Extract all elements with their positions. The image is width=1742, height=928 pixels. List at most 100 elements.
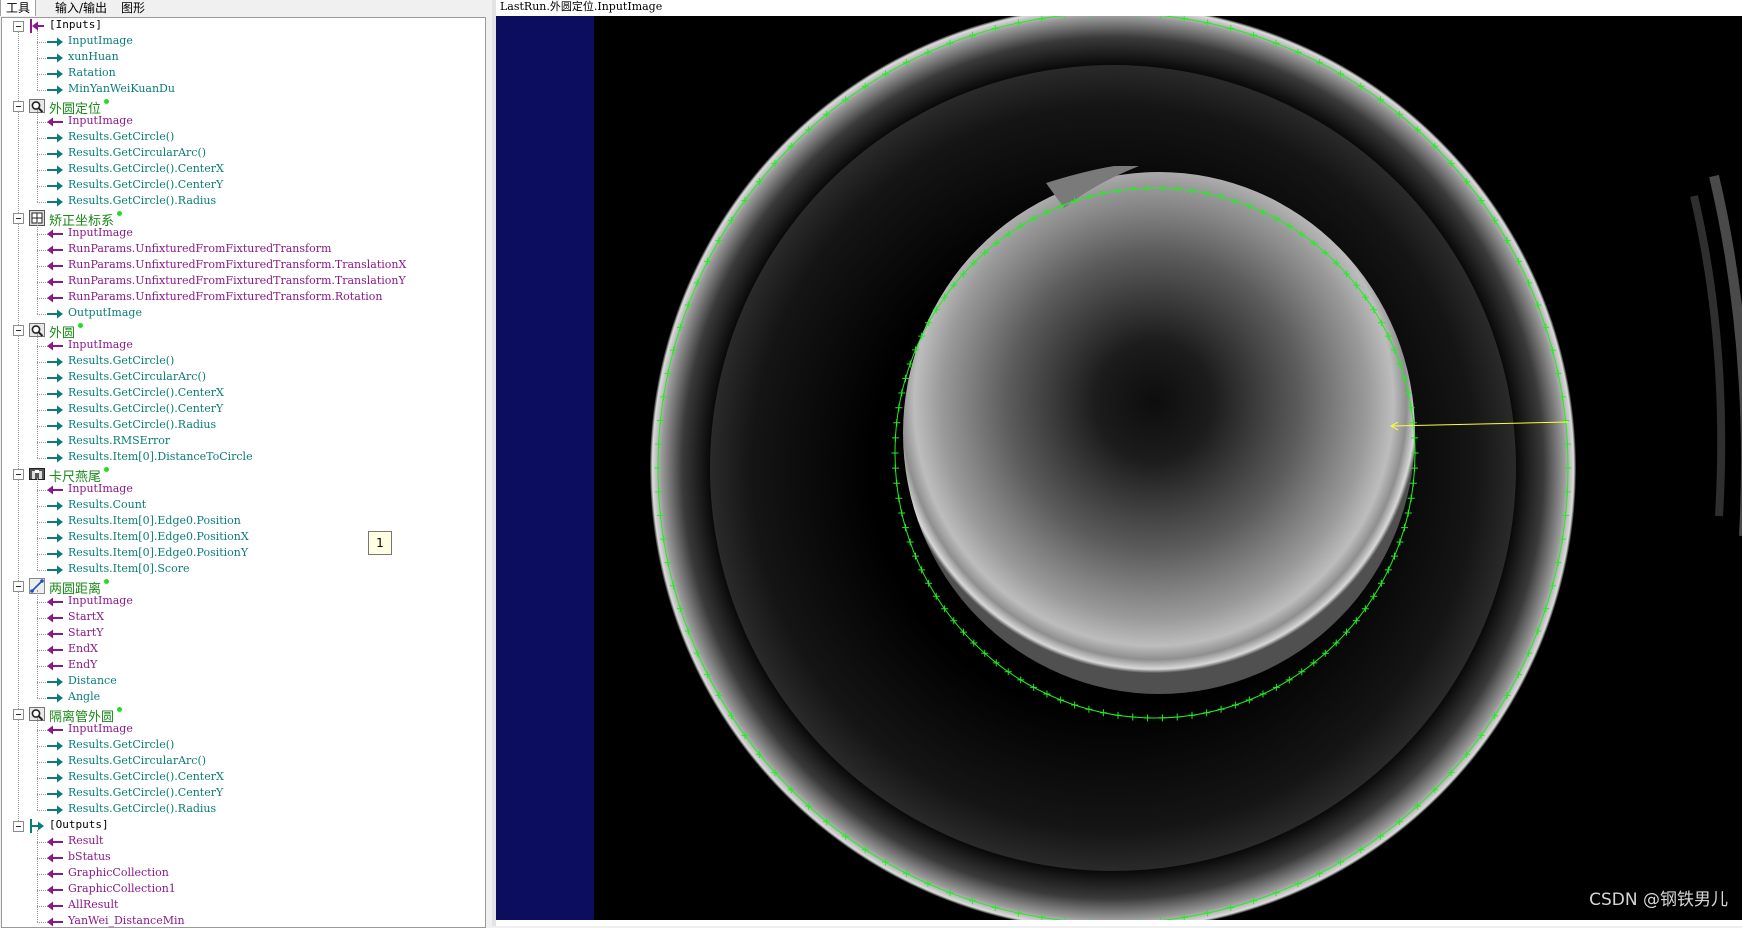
output-terminal-icon (46, 770, 64, 786)
run-status-indicator (78, 323, 83, 328)
terminal-item[interactable]: InputImage (68, 226, 133, 239)
output-terminal-icon (46, 738, 64, 754)
tree-connector (18, 719, 19, 821)
terminal-item[interactable]: MinYanWeiKuanDu (68, 82, 175, 95)
tab-inputs-outputs[interactable]: 输入/输出 (50, 0, 112, 16)
terminal-item[interactable]: Results.GetCircle() (68, 130, 174, 143)
terminal-item[interactable]: Results.Item[0].Edge0.PositionX (68, 530, 249, 543)
run-status-indicator (117, 707, 122, 712)
tree-connector (18, 591, 19, 709)
terminal-item[interactable]: Distance (68, 674, 117, 687)
input-terminal-icon (46, 114, 64, 130)
inner-cup (903, 172, 1415, 694)
terminal-item[interactable]: RunParams.UnfixturedFromFixturedTransfor… (68, 258, 406, 271)
terminal-item[interactable]: InputImage (68, 594, 133, 607)
terminal-item[interactable]: InputImage (68, 482, 133, 495)
terminal-item[interactable]: StartX (68, 610, 104, 623)
terminal-item[interactable]: Results.GetCircularArc() (68, 370, 206, 383)
tab-tools[interactable]: 工具 (0, 0, 37, 16)
terminal-item[interactable]: AllResult (68, 898, 118, 911)
terminal-item[interactable]: RunParams.UnfixturedFromFixturedTransfor… (68, 274, 406, 287)
terminal-item[interactable]: Results.GetCircle().Radius (68, 194, 216, 207)
terminal-item[interactable]: GraphicCollection (68, 866, 169, 879)
terminal-item[interactable]: StartY (68, 626, 103, 639)
group-label[interactable]: [Outputs] (49, 818, 109, 831)
input-terminal-icon (46, 258, 64, 274)
image-display[interactable]: CSDN @钢铁男儿 (496, 16, 1742, 920)
tree-connector (37, 30, 38, 90)
terminal-item[interactable]: Results.GetCircle().CenterY (68, 402, 223, 415)
terminal-item[interactable]: Results.GetCircle().Radius (68, 802, 216, 815)
terminal-item[interactable]: RunParams.UnfixturedFromFixturedTransfor… (68, 290, 382, 303)
collapse-toggle[interactable] (13, 821, 24, 832)
terminal-item[interactable]: Results.RMSError (68, 434, 170, 447)
tree-connector (18, 223, 19, 325)
output-terminal-icon (46, 754, 64, 770)
display-title: LastRun.外圆定位.InputImage (500, 0, 663, 13)
terminal-item[interactable]: Results.GetCircle().CenterX (68, 386, 224, 399)
terminal-item[interactable]: Results.Item[0].Edge0.Position (68, 514, 241, 527)
terminal-item[interactable]: Angle (68, 690, 100, 703)
output-terminal-icon (46, 546, 64, 562)
tree-connector (18, 479, 19, 581)
input-terminal-icon (46, 338, 64, 354)
run-status-indicator (104, 99, 109, 104)
terminal-item[interactable]: Results.Count (68, 498, 146, 511)
terminal-item[interactable]: bStatus (68, 850, 111, 863)
run-status-indicator (104, 467, 109, 472)
terminal-item[interactable]: Results.GetCircle().CenterX (68, 770, 224, 783)
output-terminal-icon (46, 130, 64, 146)
tree-connector (37, 110, 38, 202)
tree-connector (37, 222, 38, 314)
tree-connector (37, 718, 38, 810)
terminal-item[interactable]: InputImage (68, 722, 133, 735)
input-terminal-icon (46, 242, 64, 258)
tree-connector (18, 111, 19, 213)
terminal-item[interactable]: YanWei_DistanceMin (68, 914, 185, 927)
terminal-item[interactable]: Results.GetCircle().CenterY (68, 786, 223, 799)
terminal-item[interactable]: InputImage (68, 34, 133, 47)
terminal-item[interactable]: Results.GetCircle().CenterY (68, 178, 223, 191)
terminal-item[interactable]: Results.GetCircularArc() (68, 146, 206, 159)
terminal-item[interactable]: Ratation (68, 66, 116, 79)
terminal-item[interactable]: Results.GetCircle() (68, 738, 174, 751)
terminal-item[interactable]: EndX (68, 642, 98, 655)
terminal-item[interactable]: Results.GetCircularArc() (68, 754, 206, 767)
output-terminal-icon (46, 450, 64, 466)
output-terminal-icon (46, 562, 64, 578)
output-terminal-icon (46, 386, 64, 402)
terminal-item[interactable]: Results.GetCircle().CenterX (68, 162, 224, 175)
input-terminal-icon (46, 226, 64, 242)
terminal-item[interactable]: InputImage (68, 114, 133, 127)
output-terminal-icon (46, 66, 64, 82)
terminal-item[interactable]: Results.GetCircle().Radius (68, 418, 216, 431)
output-terminal-icon (46, 802, 64, 818)
tree-connector (18, 31, 19, 101)
input-terminal-icon (46, 290, 64, 306)
terminal-item[interactable]: RunParams.UnfixturedFromFixturedTransfor… (68, 242, 331, 255)
terminal-item[interactable]: xunHuan (68, 50, 119, 63)
tool-tabs: 工具 输入/输出 图形 (0, 0, 492, 17)
tab-graphics[interactable]: 图形 (116, 0, 150, 16)
output-terminal-icon (46, 370, 64, 386)
tree-connector (37, 478, 38, 570)
terminal-item[interactable]: Results.Item[0].DistanceToCircle (68, 450, 253, 463)
terminal-item[interactable]: EndY (68, 658, 97, 671)
terminal-item[interactable]: Result (68, 834, 103, 847)
camera-image[interactable]: CSDN @钢铁男儿 (594, 16, 1742, 920)
terminal-item[interactable]: Results.GetCircle() (68, 354, 174, 367)
terminal-item[interactable]: Results.Item[0].Score (68, 562, 189, 575)
input-terminal-icon (46, 834, 64, 850)
input-terminal-icon (46, 850, 64, 866)
terminal-item[interactable]: GraphicCollection1 (68, 882, 176, 895)
output-terminal-icon (46, 690, 64, 706)
output-terminal-icon (46, 162, 64, 178)
group-label[interactable]: [Inputs] (49, 18, 102, 31)
terminal-item[interactable]: OutputImage (68, 306, 142, 319)
input-terminal-icon (46, 658, 64, 674)
tool-tree[interactable]: [Inputs] InputImage xunHuan Ratation MinYanW… (1, 17, 486, 928)
output-terminal-icon (46, 194, 64, 210)
terminal-item[interactable]: InputImage (68, 338, 133, 351)
terminal-item[interactable]: Results.Item[0].Edge0.PositionY (68, 546, 248, 559)
output-terminal-icon (46, 514, 64, 530)
